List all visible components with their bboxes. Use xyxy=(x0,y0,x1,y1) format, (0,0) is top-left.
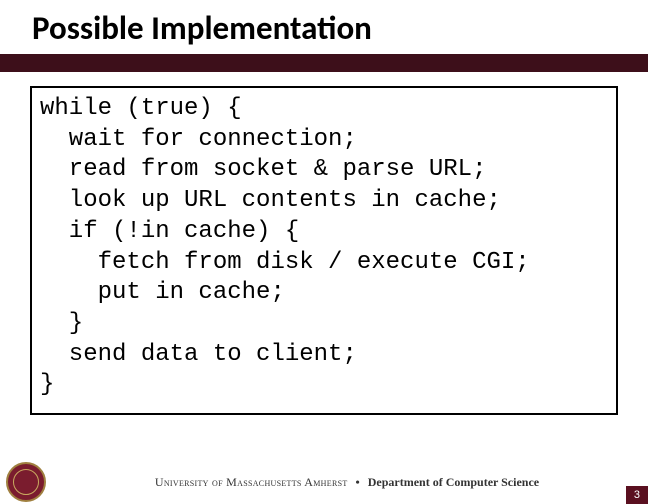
code-line: } xyxy=(40,371,54,398)
code-line: read from socket & parse URL; xyxy=(40,156,486,183)
code-block: while (true) { wait for connection; read… xyxy=(30,86,618,415)
title-area: Possible Implementation xyxy=(0,0,648,54)
department-name: Department of Computer Science xyxy=(368,475,539,489)
slide-title: Possible Implementation xyxy=(32,8,648,48)
page-number: 3 xyxy=(626,486,648,504)
code-line: wait for connection; xyxy=(40,126,357,153)
university-seal-icon xyxy=(6,462,46,502)
content-area: while (true) { wait for connection; read… xyxy=(0,72,648,425)
footer: University of Massachusetts Amherst • De… xyxy=(0,460,648,504)
code-line: fetch from disk / execute CGI; xyxy=(40,249,530,276)
code-line: } xyxy=(40,310,83,337)
code-line: send data to client; xyxy=(40,341,357,368)
footer-text: University of Massachusetts Amherst • De… xyxy=(46,475,648,490)
title-underline-bar xyxy=(0,54,648,72)
code-line: look up URL contents in cache; xyxy=(40,187,501,214)
separator-dot: • xyxy=(356,475,360,489)
university-name: University of Massachusetts Amherst xyxy=(155,475,348,489)
code-line: if (!in cache) { xyxy=(40,218,299,245)
code-line: put in cache; xyxy=(40,279,285,306)
code-line: while (true) { xyxy=(40,95,242,122)
